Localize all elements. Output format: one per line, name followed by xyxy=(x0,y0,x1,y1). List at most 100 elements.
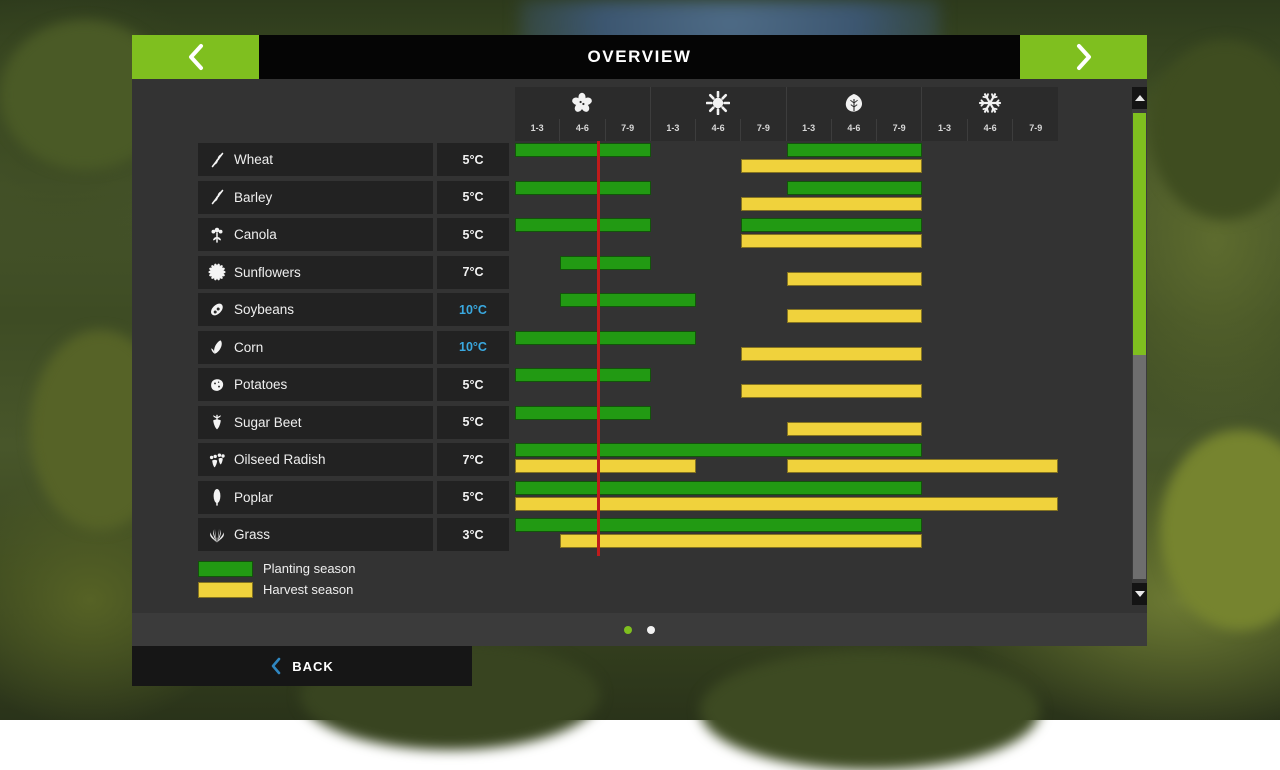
season-column-winter: 1-34-67-9 xyxy=(922,87,1058,141)
crop-row[interactable]: Corn10°C xyxy=(132,329,1147,367)
corn-icon xyxy=(204,337,230,357)
harvest-season-bar xyxy=(741,234,922,248)
period-label: 4-6 xyxy=(967,119,1013,141)
crop-temperature-cell: 5°C xyxy=(437,143,509,176)
planting-season-bar xyxy=(515,481,922,495)
harvest-season-bar xyxy=(560,534,922,548)
crop-temperature-cell: 5°C xyxy=(437,218,509,251)
legend-item: Planting season xyxy=(198,558,356,579)
crop-row[interactable]: Barley 5°C xyxy=(132,179,1147,217)
period-label: 1-3 xyxy=(787,119,831,141)
legend: Planting season Harvest season xyxy=(198,558,356,600)
back-button[interactable]: BACK xyxy=(132,646,472,686)
crop-name-cell: Canola xyxy=(198,218,433,251)
period-label: 4-6 xyxy=(695,119,740,141)
season-column-spring: 1-34-67-9 xyxy=(515,87,651,141)
planting-season-bar xyxy=(787,143,923,157)
crop-name-cell: Grass xyxy=(198,518,433,551)
vertical-scrollbar[interactable] xyxy=(1132,87,1147,605)
crop-name-label: Oilseed Radish xyxy=(234,452,326,467)
crop-name-label: Soybeans xyxy=(234,302,294,317)
crop-temperature-cell: 5°C xyxy=(437,406,509,439)
planting-season-bar xyxy=(515,518,922,532)
pagination-dot[interactable] xyxy=(624,626,632,634)
sun-icon xyxy=(651,87,786,119)
period-labels: 1-34-67-9 xyxy=(922,119,1058,141)
season-column-autumn: 1-34-67-9 xyxy=(787,87,923,141)
crop-row[interactable]: Canola 5°C xyxy=(132,216,1147,254)
harvest-season-bar xyxy=(741,159,922,173)
planting-season-bar xyxy=(515,181,651,195)
scrollbar-track[interactable] xyxy=(1133,113,1146,579)
planting-season-bar xyxy=(515,368,651,382)
pagination-dot[interactable] xyxy=(647,626,655,634)
legend-label: Planting season xyxy=(263,561,356,576)
legend-label: Harvest season xyxy=(263,582,353,597)
planting-season-bar xyxy=(515,331,696,345)
period-label: 1-3 xyxy=(922,119,967,141)
scroll-up-button[interactable] xyxy=(1132,87,1147,109)
planting-season-bar xyxy=(515,143,651,157)
crop-temperature-cell: 7°C xyxy=(437,256,509,289)
overview-screen: OVERVIEW 1-34-67-91-34-67-91-34-67-91-34… xyxy=(0,0,1280,720)
crop-name-label: Wheat xyxy=(234,152,273,167)
potato-icon xyxy=(204,375,230,395)
crop-row[interactable]: Sugar Beet 5°C xyxy=(132,404,1147,442)
chevron-right-icon xyxy=(1073,42,1095,72)
top-navigation-bar: OVERVIEW xyxy=(132,35,1147,79)
period-label: 4-6 xyxy=(831,119,876,141)
harvest-season-bar xyxy=(787,309,923,323)
season-header: 1-34-67-91-34-67-91-34-67-91-34-67-9 xyxy=(515,87,1058,141)
period-label: 1-3 xyxy=(651,119,695,141)
crop-name-cell: Barley xyxy=(198,181,433,214)
crop-row[interactable]: Oilseed Radish7°C xyxy=(132,441,1147,479)
scrollbar-thumb[interactable] xyxy=(1133,113,1146,355)
crop-temperature-cell: 3°C xyxy=(437,518,509,551)
legend-item: Harvest season xyxy=(198,579,356,600)
page-title: OVERVIEW xyxy=(587,47,691,67)
legend-swatch xyxy=(198,582,253,598)
crop-row[interactable]: Wheat 5°C xyxy=(132,141,1147,179)
wheat-icon xyxy=(204,150,230,170)
pagination-dots xyxy=(132,613,1147,646)
crop-name-cell: Poplar xyxy=(198,481,433,514)
harvest-season-bar xyxy=(515,459,696,473)
spring-blossom-icon xyxy=(515,87,650,119)
soybean-icon xyxy=(204,300,230,320)
period-label: 1-3 xyxy=(515,119,559,141)
harvest-season-bar xyxy=(787,272,923,286)
sunflower-icon xyxy=(204,262,230,282)
crop-name-label: Sugar Beet xyxy=(234,415,302,430)
autumn-leaf-icon xyxy=(787,87,922,119)
snowflake-icon xyxy=(922,87,1058,119)
crop-name-label: Grass xyxy=(234,527,270,542)
crop-row[interactable]: Poplar5°C xyxy=(132,479,1147,517)
crop-row[interactable]: Potatoes5°C xyxy=(132,366,1147,404)
harvest-season-bar xyxy=(741,197,922,211)
crop-name-cell: Sunflowers xyxy=(198,256,433,289)
period-label: 7-9 xyxy=(605,119,650,141)
crop-name-cell: Oilseed Radish xyxy=(198,443,433,476)
chevron-left-icon xyxy=(270,657,282,675)
crop-name-label: Sunflowers xyxy=(234,265,301,280)
crop-temperature-cell: 5°C xyxy=(437,368,509,401)
crop-temperature-cell: 5°C xyxy=(437,181,509,214)
crop-name-label: Corn xyxy=(234,340,263,355)
crop-name-label: Canola xyxy=(234,227,277,242)
planting-season-bar xyxy=(741,218,922,232)
crop-temperature-cell: 10°C xyxy=(437,293,509,326)
previous-page-button[interactable] xyxy=(132,35,259,79)
canola-icon xyxy=(204,225,230,245)
crop-row[interactable]: Sunflowers 7°C xyxy=(132,254,1147,292)
next-page-button[interactable] xyxy=(1020,35,1147,79)
crop-name-cell: Potatoes xyxy=(198,368,433,401)
season-column-summer: 1-34-67-9 xyxy=(651,87,787,141)
crop-rows: Wheat5°CBarley5°CCanola5°CSunflowers7°CS… xyxy=(132,141,1147,554)
crop-row[interactable]: Grass 3°C xyxy=(132,516,1147,554)
grass-icon xyxy=(204,525,230,545)
crop-calendar-panel: 1-34-67-91-34-67-91-34-67-91-34-67-9 Whe… xyxy=(132,79,1147,613)
crop-row[interactable]: Soybeans 10°C xyxy=(132,291,1147,329)
scroll-down-button[interactable] xyxy=(1132,583,1147,605)
legend-swatch xyxy=(198,561,253,577)
crop-name-label: Barley xyxy=(234,190,272,205)
